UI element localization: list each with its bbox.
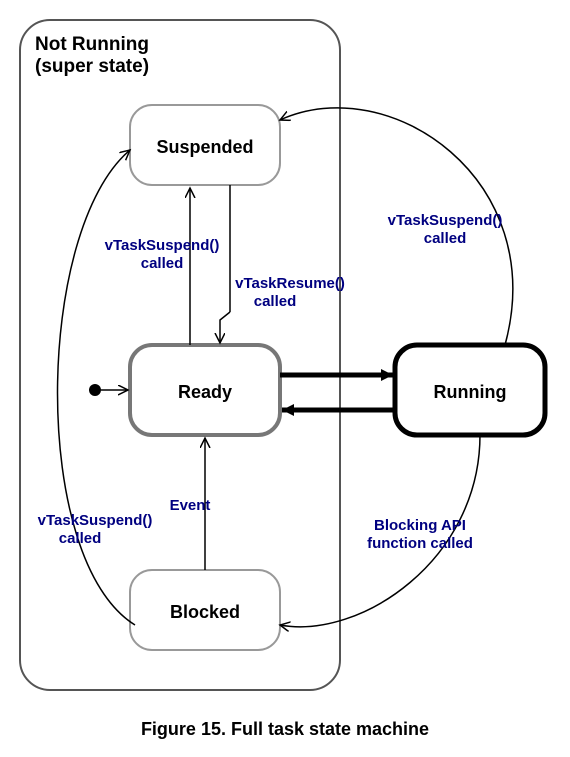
initial-state-dot — [89, 384, 101, 396]
superstate-title-line1: Not Running — [35, 34, 149, 55]
edge-running-to-suspended-l2: called — [424, 230, 467, 247]
figure-caption: Figure 15. Full task state machine — [141, 719, 429, 739]
edge-blocking-l2: function called — [367, 535, 473, 552]
superstate-title-line2: (super state) — [35, 56, 149, 77]
state-ready-label: Ready — [178, 382, 232, 402]
edge-event-label: Event — [170, 497, 211, 514]
edge-resume-l2: called — [254, 293, 297, 310]
edge-resume-l1: vTaskResume() — [235, 275, 345, 292]
edge-running-to-suspended-l1: vTaskSuspend() — [388, 212, 503, 229]
edge-blocked-to-suspended-l1: vTaskSuspend() — [38, 512, 153, 529]
edge-blocking-l1: Blocking API — [374, 517, 466, 534]
state-running-label: Running — [434, 382, 507, 402]
edge-blocked-to-suspended-l2: called — [59, 530, 102, 547]
edge-ready-to-suspended-label-l2: called — [141, 255, 184, 272]
state-blocked-label: Blocked — [170, 602, 240, 622]
state-suspended-label: Suspended — [156, 137, 253, 157]
edge-ready-to-suspended-label-l1: vTaskSuspend() — [105, 237, 220, 254]
edge-suspended-to-ready — [220, 312, 230, 343]
state-machine-diagram: Not Running (super state) Suspended Read… — [0, 0, 570, 757]
